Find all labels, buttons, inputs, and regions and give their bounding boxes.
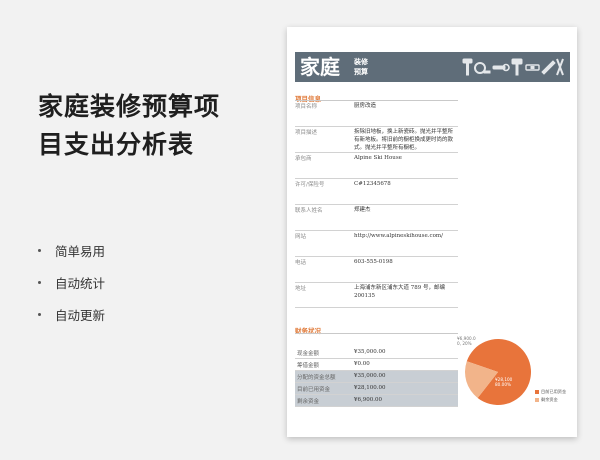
info-label: 电话: [295, 260, 307, 266]
pie-label-remaining: ¥6,900.0 0, 20%: [457, 336, 476, 346]
financial-value: ¥28,100.00: [354, 385, 386, 391]
info-label: 网站: [295, 234, 307, 240]
info-label: 项目名称: [295, 104, 318, 110]
legend-swatch: [535, 398, 539, 402]
pie-label-spent: ¥28,100 80.00%: [495, 377, 512, 387]
financial-row-borrowed: 筹借金额 ¥0.00: [295, 359, 458, 371]
feature-label: 自动更新: [55, 307, 106, 323]
info-value: 上海浦东新区浦东大道 789 号，邮编 200135: [354, 285, 445, 299]
financial-value: ¥35,000.00: [354, 373, 386, 379]
level-icon: [525, 64, 540, 71]
wrench-icon: [492, 63, 510, 72]
feature-label: 自动统计: [55, 275, 106, 291]
financial-value: ¥35,000.00: [354, 349, 386, 355]
financial-row-spent: 目前已用资金 ¥28,100.00: [295, 383, 458, 395]
feature-item: 自动统计: [38, 266, 105, 298]
feature-item: 自动更新: [38, 298, 105, 330]
document-banner: 家庭 装修 预算: [295, 52, 570, 82]
page-title: 家庭装修预算项 目支出分析表: [38, 88, 273, 164]
chart-legend: 目前已用资金 剩余资金: [535, 388, 566, 404]
info-row-contact: 联系人姓名 郑建杰: [295, 205, 458, 231]
budget-pie-chart: [465, 339, 531, 405]
financial-row-allocated: 分配的资金总额 ¥35,000.00: [295, 371, 458, 383]
financial-label: 分配的资金总额: [297, 375, 336, 381]
pliers-icon: [556, 58, 564, 76]
info-value: http://www.alpineskihouse.com/: [354, 233, 443, 239]
tape-measure-icon: [474, 62, 491, 74]
banner-subtitle-line2: 预算: [354, 68, 368, 76]
info-row-license: 许可/保险号 C#12345678: [295, 179, 458, 205]
info-value: 603-555-0198: [354, 259, 393, 265]
info-label: 地址: [295, 286, 307, 292]
info-label: 项目描述: [295, 130, 318, 136]
legend-item: 剩余资金: [535, 396, 566, 404]
banner-title: 家庭: [300, 55, 340, 79]
info-row-project-name: 项目名称 厨房改造: [295, 101, 458, 127]
feature-item: 简单易用: [38, 234, 105, 266]
financial-row-remaining: 剩余资金 ¥6,900.00: [295, 395, 458, 407]
financial-label: 目前已用资金: [297, 387, 331, 393]
info-row-address: 地址 上海浦东新区浦东大道 789 号，邮编 200135: [295, 283, 458, 308]
page-title-line2: 目支出分析表: [38, 130, 195, 159]
document-preview: 家庭 装修 预算 项目信息 项目名称 厨房改造 项目描述 拆除旧地板，换上新瓷砖…: [287, 27, 577, 437]
info-label: 承包商: [295, 156, 312, 162]
feature-list: 简单易用 自动统计 自动更新: [38, 234, 105, 330]
financial-label: 现金金额: [297, 351, 320, 357]
info-value: 拆除旧地板，换上新瓷砖。抛光并平整所有新地板。将旧前的橱柜换成更时尚的款式。抛光…: [354, 129, 454, 151]
financial-label: 剩余资金: [297, 399, 320, 405]
legend-label: 目前已用资金: [541, 389, 567, 394]
legend-item: 目前已用资金: [535, 388, 566, 396]
legend-label: 剩余资金: [541, 397, 558, 402]
info-label: 许可/保险号: [295, 182, 325, 188]
info-row-contractor: 承包商 Alpine Ski House: [295, 153, 458, 179]
info-row-website: 网站 http://www.alpineskihouse.com/: [295, 231, 458, 257]
banner-subtitle: 装修 预算: [354, 57, 368, 77]
info-row-phone: 电话 603-555-0198: [295, 257, 458, 283]
bullet-dot-icon: [38, 312, 41, 316]
info-value: 郑建杰: [354, 207, 371, 213]
saw-icon: [541, 60, 556, 75]
bullet-dot-icon: [38, 248, 41, 252]
feature-label: 简单易用: [55, 243, 106, 259]
paint-roller-icon: [511, 58, 523, 76]
page-title-line1: 家庭装修预算项: [38, 92, 221, 121]
pie-label-percent: 0, 20%: [457, 341, 472, 346]
financial-value: ¥6,900.00: [354, 397, 382, 403]
info-value: Alpine Ski House: [354, 155, 402, 161]
hammer-icon: [462, 58, 473, 76]
financial-row-cash: 现金金额 ¥35,000.00: [295, 347, 458, 359]
financial-label: 筹借金额: [297, 363, 320, 369]
info-value: 厨房改造: [354, 103, 377, 109]
pie-label-percent: 80.00%: [495, 382, 511, 387]
banner-subtitle-line1: 装修: [354, 58, 368, 66]
info-value: C#12345678: [354, 181, 391, 187]
info-label: 联系人姓名: [295, 208, 323, 214]
info-row-description: 项目描述 拆除旧地板，换上新瓷砖。抛光并平整所有新地板。将旧前的橱柜换成更时尚的…: [295, 127, 458, 153]
tools-icon-strip: [462, 58, 564, 76]
section-divider: [295, 333, 458, 334]
financial-value: ¥0.00: [354, 361, 370, 367]
bullet-dot-icon: [38, 280, 41, 284]
legend-swatch: [535, 390, 539, 394]
